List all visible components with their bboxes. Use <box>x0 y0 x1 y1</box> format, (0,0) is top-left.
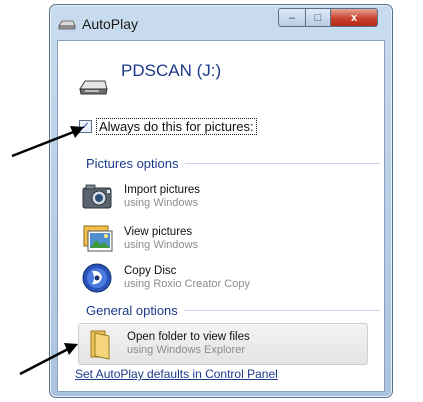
option-subtitle: using Windows <box>124 197 198 209</box>
option-title: Copy Disc <box>124 265 177 277</box>
option-title: View pictures <box>124 226 193 238</box>
option-title: Import pictures <box>124 184 201 196</box>
roxio-disc-icon <box>82 263 112 293</box>
removable-drive-icon <box>79 80 108 95</box>
option-subtitle: using Windows <box>124 239 198 251</box>
section-divider <box>183 310 380 311</box>
general-options-header: General options <box>86 303 380 318</box>
section-divider <box>184 163 380 164</box>
camera-icon <box>82 184 112 209</box>
close-button[interactable]: x <box>330 8 378 27</box>
drive-title-icon <box>58 20 76 30</box>
pictures-options-title: Pictures options <box>86 156 179 171</box>
autoplay-defaults-link[interactable]: Set AutoPlay defaults in Control Panel <box>75 367 278 381</box>
title-bar[interactable]: AutoPlay – □ x <box>50 5 392 41</box>
annotation-arrow-icon <box>19 343 78 376</box>
autoplay-window: AutoPlay – □ x PDSCAN (J:) ✓ Always do t… <box>49 4 393 398</box>
always-do-this-checkbox-row[interactable]: ✓ Always do this for pictures: <box>79 118 257 135</box>
minimize-button[interactable]: – <box>278 8 306 27</box>
window-title: AutoPlay <box>82 16 139 32</box>
open-folder-option[interactable]: Open folder to view files using Windows … <box>78 323 368 365</box>
option-title: Open folder to view files <box>127 331 250 343</box>
view-pictures-option[interactable]: View pictures using Windows <box>80 223 198 255</box>
dialog-content: PDSCAN (J:) ✓ Always do this for picture… <box>57 40 385 392</box>
photo-gallery-icon <box>83 225 113 252</box>
annotation-arrow-icon <box>11 126 84 158</box>
general-options-title: General options <box>86 303 178 318</box>
always-do-this-label[interactable]: Always do this for pictures: <box>96 118 257 135</box>
option-subtitle: using Windows Explorer <box>127 344 245 356</box>
import-pictures-option[interactable]: Import pictures using Windows <box>80 181 200 213</box>
copy-disc-option[interactable]: Copy Disc using Roxio Creator Copy <box>80 262 250 294</box>
maximize-button[interactable]: □ <box>305 8 331 27</box>
maximize-icon: □ <box>314 11 322 24</box>
drive-title: PDSCAN (J:) <box>121 61 222 80</box>
minimize-icon: – <box>288 11 296 24</box>
option-subtitle: using Roxio Creator Copy <box>124 278 250 290</box>
close-icon: x <box>350 11 358 24</box>
pictures-options-header: Pictures options <box>86 156 380 171</box>
